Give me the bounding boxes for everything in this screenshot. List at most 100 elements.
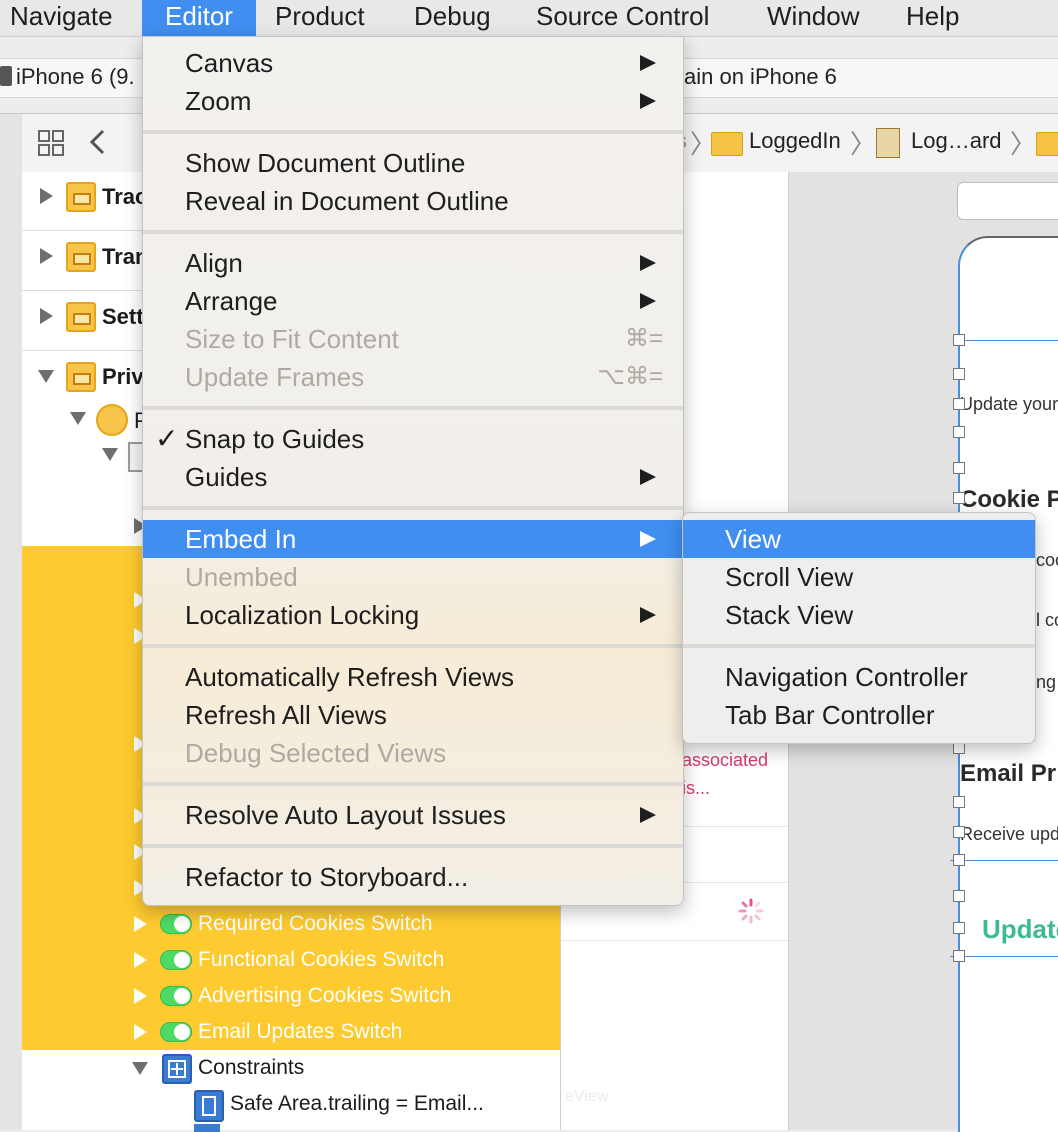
outline-scene-4[interactable]: Priv <box>102 364 144 390</box>
menu-item-automatically-refresh-views[interactable]: Automatically Refresh Views <box>143 658 683 696</box>
menu-product[interactable]: Product <box>275 0 365 36</box>
switch-icon <box>160 1022 192 1042</box>
chevron-right-icon: 〉 <box>1010 129 1037 159</box>
outline-constraint-item[interactable]: Safe Area.trailing = Email... <box>230 1092 484 1116</box>
switch-icon <box>160 950 192 970</box>
menu-item-refresh-all-views[interactable]: Refresh All Views <box>143 696 683 734</box>
disclosure-triangle-icon[interactable] <box>134 952 147 968</box>
outline-constraints[interactable]: Constraints <box>198 1056 304 1080</box>
menu-item-arrange[interactable]: Arrange <box>143 282 683 320</box>
disclosure-triangle-icon[interactable] <box>134 1024 147 1040</box>
resize-handle[interactable] <box>953 922 965 934</box>
menu-item-resolve-auto-layout-issues[interactable]: Resolve Auto Layout Issues <box>143 796 683 834</box>
submenu-item-stack-view[interactable]: Stack View <box>683 596 1035 634</box>
menu-item-zoom[interactable]: Zoom <box>143 82 683 120</box>
submenu-arrow-icon <box>640 293 656 309</box>
outline-functional-cookies-switch[interactable]: Functional Cookies Switch <box>198 948 444 972</box>
menu-separator <box>143 644 683 648</box>
crumb-storyboard[interactable]: Log…ard <box>911 128 1002 154</box>
menu-item-label: Snap to Guides <box>185 424 365 454</box>
canvas-filter-field[interactable] <box>957 182 1058 220</box>
menu-item-label: Refactor to Storyboard... <box>185 862 469 892</box>
resize-handle[interactable] <box>953 426 965 438</box>
resize-handle[interactable] <box>953 492 965 504</box>
menu-item-show-document-outline[interactable]: Show Document Outline <box>143 144 683 182</box>
menu-window[interactable]: Window <box>767 0 859 36</box>
disclosure-triangle-icon[interactable] <box>134 988 147 1004</box>
menu-item-label: Guides <box>185 462 268 492</box>
submenu-item-view[interactable]: View <box>683 520 1035 558</box>
resize-handle[interactable] <box>953 854 965 866</box>
outline-required-cookies-switch[interactable]: Required Cookies Switch <box>198 912 433 936</box>
resize-handle[interactable] <box>953 462 965 474</box>
disclosure-triangle-icon[interactable] <box>40 188 53 204</box>
menu-item-label: Unembed <box>185 562 298 592</box>
outline-scene-1[interactable]: Trac <box>102 184 147 210</box>
disclosure-triangle-open-icon[interactable] <box>70 412 86 425</box>
scene-heading-cookie: Cookie P <box>960 486 1058 513</box>
menu-item-label: Size to Fit Content <box>185 324 399 354</box>
menu-item-refactor-to-storyboard[interactable]: Refactor to Storyboard... <box>143 858 683 896</box>
resize-handle[interactable] <box>953 398 965 410</box>
submenu-arrow-icon <box>640 531 656 547</box>
warning-text-line1: associated <box>682 750 769 770</box>
submenu-item-label: Navigation Controller <box>725 662 968 692</box>
disclosure-triangle-icon[interactable] <box>134 916 147 932</box>
submenu-item-tab-bar-controller[interactable]: Tab Bar Controller <box>683 696 1035 734</box>
embed-in-submenu: View Scroll View Stack View Navigation C… <box>682 512 1036 744</box>
menu-debug[interactable]: Debug <box>414 0 491 36</box>
disclosure-triangle-open-icon[interactable] <box>102 448 118 461</box>
menu-item-embed-in[interactable]: Embed In <box>143 520 683 558</box>
menu-item-align[interactable]: Align <box>143 244 683 282</box>
disclosure-triangle-open-icon[interactable] <box>38 370 54 383</box>
resize-handle[interactable] <box>953 796 965 808</box>
menu-navigate[interactable]: Navigate <box>10 0 113 36</box>
view-controller-icon <box>96 404 128 436</box>
storyboard-file-icon <box>876 128 900 158</box>
disclosure-triangle-icon[interactable] <box>40 248 53 264</box>
resize-handle[interactable] <box>953 950 965 962</box>
resize-handle[interactable] <box>953 890 965 902</box>
scene-text-receive: Receive upd <box>960 824 1058 844</box>
menu-separator <box>143 230 683 234</box>
status-text: ain on iPhone 6 <box>684 64 837 89</box>
crumb-loggedin[interactable]: LoggedIn <box>749 128 841 154</box>
menu-item-guides[interactable]: Guides <box>143 458 683 496</box>
scene-icon <box>66 242 96 272</box>
menu-item-snap-to-guides[interactable]: ✓ Snap to Guides <box>143 420 683 458</box>
menu-item-label: Show Document Outline <box>185 148 466 178</box>
menu-source-control[interactable]: Source Control <box>536 0 709 36</box>
resize-handle[interactable] <box>953 368 965 380</box>
menu-item-label: Debug Selected Views <box>185 738 447 768</box>
related-items-icon[interactable] <box>38 130 64 156</box>
guide-line <box>950 860 1058 861</box>
resize-handle[interactable] <box>953 334 965 346</box>
submenu-arrow-icon <box>640 93 656 109</box>
disclosure-triangle-icon[interactable] <box>40 308 53 324</box>
scene-icon <box>66 362 96 392</box>
outline-advertising-cookies-switch[interactable]: Advertising Cookies Switch <box>198 984 451 1008</box>
folder-icon <box>711 132 743 156</box>
back-chevron-icon[interactable] <box>88 128 108 156</box>
resize-handle[interactable] <box>953 826 965 838</box>
menu-item-label: Canvas <box>185 48 274 78</box>
scene-update-button[interactable]: Update <box>982 914 1058 945</box>
menu-item-canvas[interactable]: Canvas <box>143 44 683 82</box>
submenu-item-navigation-controller[interactable]: Navigation Controller <box>683 658 1035 696</box>
menu-item-localization-locking[interactable]: Localization Locking <box>143 596 683 634</box>
submenu-item-scroll-view[interactable]: Scroll View <box>683 558 1035 596</box>
menu-item-label: Zoom <box>185 86 252 116</box>
menu-help[interactable]: Help <box>906 0 959 36</box>
scene-fragment: ng <box>1036 672 1057 692</box>
navigator-strip <box>0 114 23 1130</box>
outline-scene-3[interactable]: Sett <box>102 304 144 330</box>
menu-item-label: Embed In <box>185 524 297 554</box>
shortcut-label: ⌘= <box>624 325 663 352</box>
menu-item-reveal-in-document-outline[interactable]: Reveal in Document Outline <box>143 182 683 220</box>
scene-icon <box>66 182 96 212</box>
outline-email-updates-switch[interactable]: Email Updates Switch <box>198 1020 402 1044</box>
scene-fragment: l co <box>1036 610 1058 630</box>
disclosure-triangle-open-icon[interactable] <box>132 1062 148 1075</box>
menu-editor[interactable]: Editor <box>142 0 256 36</box>
scheme-device[interactable]: iPhone 6 (9. <box>16 64 135 90</box>
